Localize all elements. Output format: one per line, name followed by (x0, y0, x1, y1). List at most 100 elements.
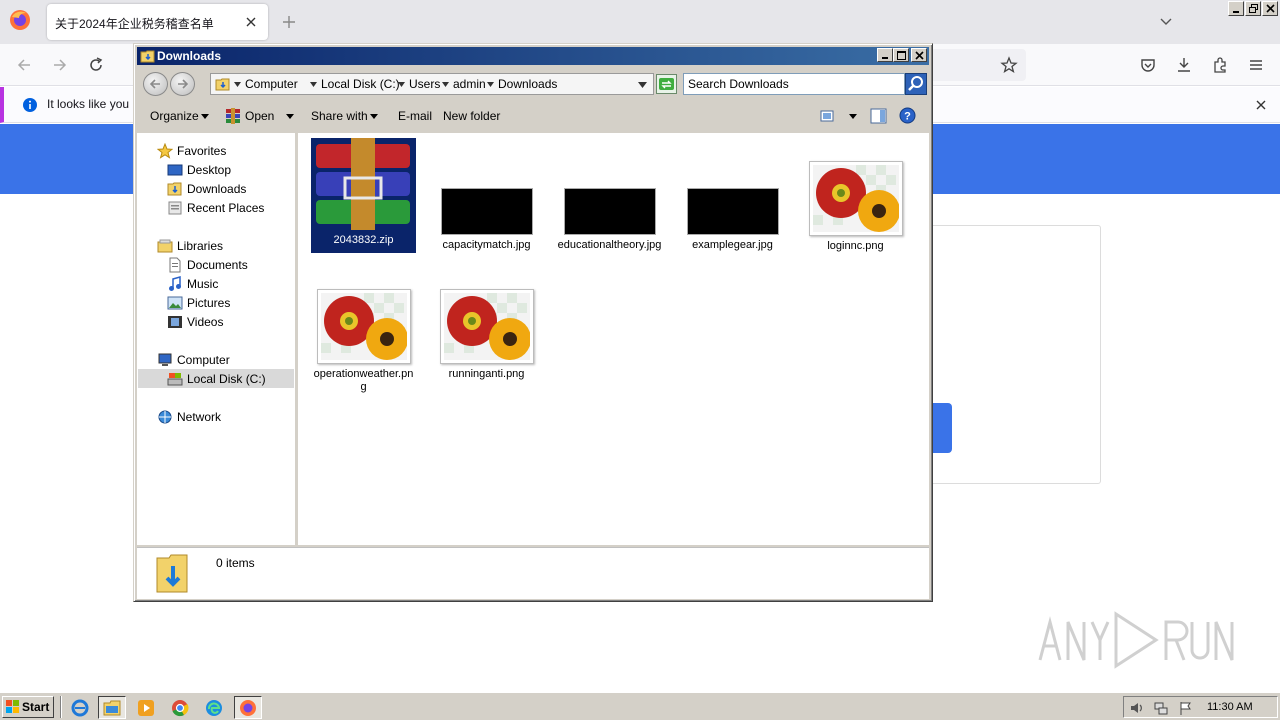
file-name: capacitymatch.jpg (442, 239, 531, 251)
preview-pane-icon[interactable] (870, 108, 887, 124)
search-box[interactable] (683, 73, 905, 95)
nav-pictures[interactable]: Pictures (167, 293, 230, 312)
breadcrumb-computer[interactable]: Computer (245, 77, 298, 91)
file-name: runninganti.png (448, 368, 525, 380)
nav-favorites[interactable]: Favorites (157, 141, 226, 160)
taskbar-edge[interactable] (200, 696, 228, 719)
nav-local-disk[interactable]: Local Disk (C:) (167, 369, 266, 388)
documents-icon (169, 257, 181, 272)
taskbar-media-player[interactable] (132, 696, 160, 719)
nav-recent-places[interactable]: Recent Places (167, 198, 264, 217)
email-button[interactable]: E-mail (398, 109, 432, 123)
taskbar: Start 11:30 AM (0, 692, 1280, 720)
caret-down-icon[interactable] (286, 114, 294, 119)
close-button[interactable] (911, 48, 927, 62)
nav-label: Pictures (187, 295, 231, 310)
reload-icon[interactable] (87, 56, 105, 74)
pocket-icon[interactable] (1139, 56, 1157, 74)
back-arrow-icon[interactable] (15, 56, 33, 74)
downloads-folder-icon (167, 182, 182, 195)
extensions-icon[interactable] (1211, 56, 1229, 74)
nav-computer[interactable]: Computer (157, 350, 230, 369)
file-name: educationaltheory.jpg (557, 239, 662, 251)
taskbar-firefox[interactable] (234, 696, 262, 719)
taskbar-explorer[interactable] (98, 696, 126, 719)
restore-button[interactable] (1245, 1, 1261, 16)
volume-icon[interactable] (1129, 700, 1145, 716)
file-item-jpg[interactable]: examplegear.jpg (680, 188, 785, 252)
address-bar[interactable]: Computer Local Disk (C:) Users admin Dow… (210, 73, 654, 95)
minimize-button[interactable] (877, 48, 893, 62)
back-button[interactable] (143, 72, 168, 96)
winrar-archive-icon (316, 138, 410, 230)
address-dropdown-icon[interactable] (638, 82, 647, 88)
help-icon[interactable]: ? (899, 107, 916, 124)
file-name: examplegear.jpg (692, 239, 773, 251)
action-center-flag-icon[interactable] (1178, 700, 1194, 716)
breadcrumb-admin[interactable]: admin (453, 77, 486, 91)
taskbar-chrome[interactable] (166, 696, 194, 719)
search-input[interactable] (688, 74, 878, 94)
share-with-button[interactable]: Share with (311, 109, 368, 123)
file-item-jpg[interactable]: educationaltheory.jpg (557, 188, 662, 252)
breadcrumb-arrow-icon[interactable] (234, 82, 241, 87)
nav-music[interactable]: Music (167, 274, 218, 293)
explorer-window: Downloads Computer Local Disk (C:) Users… (133, 43, 933, 602)
taskbar-ie[interactable] (66, 696, 94, 719)
close-tab-icon[interactable] (243, 14, 259, 30)
caret-down-icon[interactable] (370, 114, 378, 119)
network-tray-icon[interactable] (1153, 700, 1169, 716)
file-item-png[interactable]: operationweather.png (311, 289, 416, 394)
forward-button[interactable] (170, 72, 195, 96)
nav-label: Downloads (187, 181, 247, 196)
open-button[interactable]: Open (245, 109, 274, 123)
nav-documents[interactable]: Documents (167, 255, 248, 274)
nav-network[interactable]: Network (157, 407, 221, 426)
close-button[interactable] (1262, 1, 1278, 16)
change-view-icon[interactable] (820, 109, 834, 123)
start-button[interactable]: Start (2, 696, 54, 718)
bookmark-star-icon[interactable] (1000, 56, 1018, 74)
new-tab-plus-icon[interactable] (280, 13, 298, 31)
chevron-down-icon[interactable] (1158, 15, 1174, 29)
menu-hamburger-icon[interactable] (1247, 56, 1265, 74)
nav-libraries[interactable]: Libraries (157, 236, 223, 255)
breadcrumb-arrow-icon[interactable] (487, 82, 494, 87)
search-button[interactable] (905, 73, 927, 95)
file-item-png[interactable]: loginnc.png (803, 161, 908, 253)
explorer-title-bar[interactable]: Downloads (137, 47, 929, 65)
breadcrumb-users[interactable]: Users (409, 77, 440, 91)
organize-button[interactable]: Organize (150, 109, 199, 123)
black-image-thumbnail (440, 188, 533, 235)
black-image-thumbnail (686, 188, 779, 235)
nav-videos[interactable]: Videos (167, 312, 223, 331)
nav-downloads[interactable]: Downloads (167, 179, 246, 198)
maximize-button[interactable] (893, 48, 909, 62)
libraries-icon (157, 239, 173, 252)
file-item-zip[interactable]: 2043832.zip (311, 138, 416, 253)
winrar-open-icon[interactable] (225, 108, 241, 124)
info-icon (22, 97, 38, 113)
clock[interactable]: 11:30 AM (1207, 701, 1253, 713)
downloads-icon[interactable] (1175, 56, 1193, 74)
caret-down-icon[interactable] (849, 114, 857, 119)
system-tray: 11:30 AM (1123, 696, 1278, 718)
browser-tab-active[interactable]: 关于2024年企业税务稽查名单 (47, 4, 268, 40)
minimize-button[interactable] (1228, 1, 1244, 16)
forward-arrow-icon[interactable] (51, 56, 69, 74)
nav-label: Documents (187, 257, 248, 272)
navigation-pane: Favorites Desktop Downloads Recent Place… (137, 133, 295, 545)
nav-desktop[interactable]: Desktop (167, 160, 231, 179)
caret-down-icon[interactable] (201, 114, 209, 119)
close-notification-icon[interactable] (1254, 98, 1268, 112)
refresh-button[interactable] (656, 74, 677, 94)
file-item-png[interactable]: runninganti.png (434, 289, 539, 381)
breadcrumb-downloads[interactable]: Downloads (498, 77, 557, 91)
breadcrumb-arrow-icon[interactable] (442, 82, 449, 87)
new-folder-button[interactable]: New folder (443, 109, 500, 123)
breadcrumb-local-disk[interactable]: Local Disk (C:) (321, 77, 400, 91)
flower-image-thumbnail (808, 161, 903, 236)
file-item-jpg[interactable]: capacitymatch.jpg (434, 188, 539, 252)
breadcrumb-arrow-icon[interactable] (310, 82, 317, 87)
breadcrumb-arrow-icon[interactable] (398, 82, 405, 87)
